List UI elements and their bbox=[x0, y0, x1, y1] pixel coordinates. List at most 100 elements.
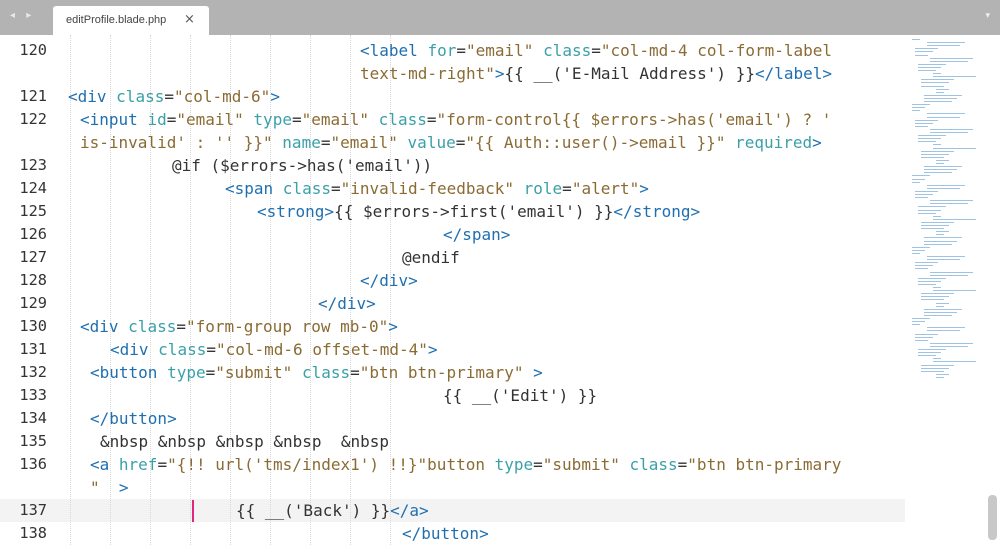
code-token: = bbox=[330, 179, 341, 198]
code-line[interactable]: @endif bbox=[402, 246, 460, 269]
minimap-row bbox=[936, 163, 944, 164]
code-line[interactable]: </div> bbox=[318, 292, 376, 315]
minimap-row bbox=[912, 249, 925, 251]
code-token: = bbox=[164, 87, 174, 106]
minimap-row bbox=[930, 60, 968, 62]
code-line[interactable]: " > bbox=[90, 476, 129, 499]
code-token: "alert" bbox=[571, 179, 640, 198]
tab-title: editProfile.blade.php bbox=[66, 14, 167, 26]
minimap-row bbox=[915, 51, 933, 53]
code-area[interactable]: <label for="email" class="col-md-4 col-f… bbox=[0, 35, 905, 545]
minimap-row bbox=[930, 203, 968, 205]
minimap-row bbox=[921, 367, 949, 369]
code-token: <div bbox=[110, 340, 159, 359]
minimap-row bbox=[915, 125, 928, 127]
code-line[interactable]: </button> bbox=[90, 407, 177, 430]
minimap-row bbox=[924, 94, 962, 96]
minimap-row bbox=[927, 187, 960, 189]
vertical-scrollbar[interactable] bbox=[988, 495, 997, 540]
tab-bar: ◂ ▸ editProfile.blade.php × ▾ bbox=[0, 0, 1000, 35]
minimap-row bbox=[930, 128, 973, 130]
code-line[interactable]: </div> bbox=[360, 269, 418, 292]
text-cursor bbox=[192, 500, 194, 522]
code-line[interactable]: <div class="form-group row mb-0"> bbox=[80, 315, 398, 338]
minimap-row bbox=[930, 57, 973, 59]
minimap-row bbox=[921, 85, 944, 87]
minimap[interactable] bbox=[910, 35, 988, 395]
code-line[interactable]: {{ __('Back') }}</a> bbox=[236, 499, 429, 522]
code-line[interactable]: </span> bbox=[443, 223, 510, 246]
code-line[interactable]: @if ($errors->has('email')) bbox=[172, 154, 432, 177]
minimap-row bbox=[912, 252, 920, 254]
code-token: <input bbox=[80, 110, 148, 129]
code-token: href bbox=[118, 455, 158, 474]
code-token: <label bbox=[360, 41, 428, 60]
minimap-row bbox=[912, 175, 930, 177]
code-line[interactable]: text-md-right">{{ __('E-Mail Address') }… bbox=[360, 62, 832, 85]
code-line[interactable]: <span class="invalid-feedback" role="ale… bbox=[225, 177, 649, 200]
minimap-row bbox=[915, 48, 938, 50]
code-line[interactable]: is-invalid' : '' }}" name="email" value=… bbox=[80, 131, 822, 154]
code-line[interactable]: <div class="col-md-6 offset-md-4"> bbox=[110, 338, 438, 361]
minimap-row bbox=[915, 54, 928, 56]
code-token: </div> bbox=[360, 271, 418, 290]
code-line[interactable]: <strong>{{ $errors->first('email') }}</s… bbox=[257, 200, 700, 223]
code-token: = bbox=[291, 110, 302, 129]
code-editor[interactable]: 120 121 122 123 124 125 126 127 128 129 130 131 132 1… bbox=[0, 35, 1000, 545]
code-token: </span> bbox=[443, 225, 511, 244]
minimap-row bbox=[921, 293, 954, 295]
minimap-row bbox=[912, 318, 930, 319]
close-icon[interactable]: × bbox=[184, 12, 195, 27]
chevron-down-icon[interactable]: ▾ bbox=[985, 11, 990, 21]
code-token: @endif bbox=[402, 248, 460, 267]
code-token: for bbox=[427, 41, 457, 60]
minimap-row bbox=[927, 259, 960, 261]
code-line[interactable]: <input id="email" type="email" class="fo… bbox=[80, 108, 831, 131]
minimap-row bbox=[936, 231, 949, 233]
code-token: class bbox=[301, 363, 351, 382]
minimap-row bbox=[933, 358, 941, 360]
code-token: <a bbox=[90, 455, 119, 474]
code-token: value bbox=[407, 133, 456, 152]
code-token: type bbox=[494, 455, 534, 474]
code-token: type bbox=[167, 363, 206, 382]
minimap-row bbox=[915, 268, 928, 270]
minimap-row bbox=[915, 194, 933, 195]
tab-editprofile[interactable]: editProfile.blade.php × bbox=[53, 6, 209, 35]
code-line[interactable]: <button type="submit" class="btn btn-pri… bbox=[90, 361, 543, 384]
code-line[interactable]: {{ __('Edit') }} bbox=[443, 384, 597, 407]
minimap-row bbox=[933, 218, 976, 220]
minimap-row bbox=[936, 376, 944, 378]
minimap-row bbox=[912, 246, 930, 248]
code-line[interactable]: </button> bbox=[402, 522, 489, 545]
code-line[interactable]: <a href="{!! url('tms/index1') !!}"butto… bbox=[90, 453, 841, 476]
code-token: "form-control{{ $errors->has('email') ? … bbox=[436, 110, 832, 129]
minimap-row bbox=[936, 305, 944, 307]
minimap-row bbox=[933, 287, 941, 288]
minimap-row bbox=[921, 153, 949, 155]
code-line[interactable]: &nbsp &nbsp &nbsp &nbsp &nbsp bbox=[100, 430, 389, 453]
code-line[interactable]: <div class="col-md-6"> bbox=[68, 85, 280, 108]
code-token: "email" bbox=[176, 110, 244, 129]
code-token: <span bbox=[225, 179, 283, 198]
code-token: <button bbox=[90, 363, 168, 382]
minimap-row bbox=[918, 141, 936, 143]
minimap-row bbox=[921, 228, 944, 230]
minimap-row bbox=[915, 339, 928, 341]
code-token: "email" bbox=[465, 41, 534, 60]
minimap-row bbox=[918, 280, 941, 282]
minimap-row bbox=[933, 147, 976, 149]
code-line[interactable]: <label for="email" class="col-md-4 col-f… bbox=[360, 39, 832, 62]
code-token: class bbox=[629, 455, 678, 474]
tab-nav-arrows-icon[interactable]: ◂ ▸ bbox=[10, 10, 35, 21]
minimap-row bbox=[933, 73, 941, 75]
minimap-row bbox=[924, 237, 962, 239]
code-token: {{ $errors->first('email') }} bbox=[334, 202, 614, 221]
minimap-row bbox=[918, 135, 946, 137]
minimap-row bbox=[936, 373, 949, 375]
